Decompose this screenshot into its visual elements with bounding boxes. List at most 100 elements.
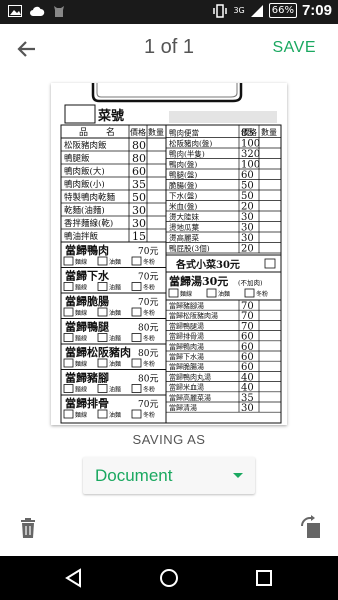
arrow-left-icon xyxy=(17,41,35,57)
noodle-option: 冬粉 xyxy=(143,258,155,266)
right-table-price: 50 xyxy=(241,181,254,192)
right-table-item: 米血(盤) xyxy=(169,201,197,211)
delete-button[interactable] xyxy=(16,516,40,540)
document-type-select[interactable]: Document xyxy=(83,457,255,494)
nav-recents-button[interactable] xyxy=(252,566,276,590)
soup-title: 當歸湯30元 xyxy=(169,274,228,288)
right-table-item: 燙地瓜葉 xyxy=(169,222,199,232)
noodle-dish-name: 當歸脆腸 xyxy=(65,294,109,308)
noodle-option: 冬粉 xyxy=(143,284,155,292)
soup-noodle-option: 油麵 xyxy=(218,290,230,298)
noodle-option: 麵線 xyxy=(75,284,87,292)
left-table-item: 乾麵(油麵) xyxy=(64,205,105,216)
right-table-item: 鴨腿(盤) xyxy=(169,170,197,180)
noodle-dish-price: 70元 xyxy=(138,247,158,257)
noodle-dish-price: 80元 xyxy=(138,375,158,385)
dropdown-caret-icon xyxy=(233,473,243,478)
soup-item: 當歸米血湯 xyxy=(169,383,204,392)
right-table-item: 下水(盤) xyxy=(169,191,197,201)
soup-item: 當歸下水湯 xyxy=(169,352,204,361)
left-table-item: 鴨肉飯(大) xyxy=(64,166,105,177)
right-table-price: 50 xyxy=(241,191,254,202)
document-image: 菜號 品 名價格 數量松阪豬肉飯 80鴨腿飯 80鴨肉飯(大) 60鴨肉飯(小) 35特製… xyxy=(60,83,282,424)
circle-home-icon xyxy=(160,569,178,587)
noodle-option: 油麵 xyxy=(109,411,121,419)
right-table-item: 燙高麗菜 xyxy=(169,233,199,243)
status-bar: 3G 66% 7:09 xyxy=(0,0,338,24)
noodle-option: 油麵 xyxy=(109,360,121,368)
right-table-price: 20 xyxy=(241,202,254,213)
right-table-item: 脆腸(盤) xyxy=(169,180,197,190)
soup-item: 當歸脆腸湯 xyxy=(169,362,204,371)
noodle-dish-price: 80元 xyxy=(138,324,158,334)
noodle-option: 冬粉 xyxy=(143,386,155,394)
right-table-item: 松阪豬肉(盤) xyxy=(169,138,212,148)
soup-note: (不加肉) xyxy=(238,278,263,287)
left-table-header: 品 名 xyxy=(79,126,115,138)
noodle-option: 麵線 xyxy=(75,411,87,419)
noodle-option: 麵線 xyxy=(75,258,87,266)
right-table-item: 鴨肉便當 xyxy=(169,128,199,138)
image-icon xyxy=(8,5,22,17)
nav-home-button[interactable] xyxy=(157,566,181,590)
soup-price: 30 xyxy=(241,403,254,414)
rotate-button[interactable] xyxy=(298,514,324,540)
left-table-price: 15 xyxy=(132,230,146,243)
left-table-price: 50 xyxy=(132,191,146,204)
saving-as-label: SAVING AS xyxy=(132,432,206,447)
soup-item: 當歸高麗菜湯 xyxy=(169,393,211,402)
noodle-dish-name: 當歸下水 xyxy=(65,269,110,283)
left-table-price: 80 xyxy=(132,139,146,152)
left-table-item: 鴨肉飯(小) xyxy=(64,179,105,190)
scanned-document-preview[interactable]: 菜號 品 名價格 數量 松阪豬肉飯 80 鴨腿飯 80 鴨肉飯(大) 60 鴨肉飯(小) 35 特製… xyxy=(51,83,287,425)
soup-item: 當歸清湯 xyxy=(169,403,197,412)
back-button[interactable] xyxy=(12,34,42,64)
soup-noodle-option: 麵線 xyxy=(180,290,192,298)
battery-level: 66% xyxy=(268,3,297,18)
noodle-dish-name: 當歸排骨 xyxy=(65,396,109,410)
noodle-option: 油麵 xyxy=(109,284,121,292)
noodle-option: 油麵 xyxy=(109,309,121,317)
left-table-price: 35 xyxy=(132,178,146,191)
noodle-dish-name: 當歸松阪豬肉 xyxy=(65,345,131,359)
noodle-dish-name: 當歸豬腳 xyxy=(65,371,109,385)
side-dish-label: 各式小菜30元 xyxy=(175,258,240,271)
right-table-item: 鴨肉(盤) xyxy=(169,159,197,169)
right-table-price: 60 xyxy=(241,170,254,181)
nav-back-button[interactable] xyxy=(62,566,86,590)
right-table-price: 85 xyxy=(241,128,254,139)
soup-noodle-option: 冬粉 xyxy=(256,290,268,298)
right-table-price: 30 xyxy=(241,223,254,234)
left-table-item: 特製鴨肉乾麵 xyxy=(64,192,116,203)
noodle-option: 麵線 xyxy=(75,386,87,394)
noodle-option: 油麵 xyxy=(109,258,121,266)
navigation-bar xyxy=(0,556,338,600)
app-bar: 1 of 1 SAVE xyxy=(0,24,338,74)
right-table-price: 100 xyxy=(241,160,260,171)
save-button[interactable]: SAVE xyxy=(273,39,317,57)
noodle-option: 冬粉 xyxy=(143,335,155,343)
noodle-dish-price: 70元 xyxy=(138,273,158,283)
soup-item: 當歸排骨湯 xyxy=(169,332,204,341)
left-table-header: 數量 xyxy=(148,127,164,137)
right-table-price: 30 xyxy=(241,212,254,223)
soup-item: 當歸鴨肉湯 xyxy=(169,342,204,351)
vibrate-icon xyxy=(213,3,228,18)
left-table-price: 80 xyxy=(132,152,146,165)
soup-item: 當歸豬腳湯 xyxy=(169,301,204,310)
noodle-option: 冬粉 xyxy=(143,411,155,419)
network-type: 3G xyxy=(233,5,245,15)
right-table-item: 鴨肉(半隻) xyxy=(169,149,205,159)
notification-icons xyxy=(8,4,66,18)
left-table-item: 鴨油拌飯 xyxy=(64,231,99,242)
rotate-icon xyxy=(301,515,320,538)
right-table-price: 20 xyxy=(241,244,254,255)
noodle-dish-price: 80元 xyxy=(138,349,158,359)
right-table-price: 100 xyxy=(241,139,260,150)
left-table-item: 香拌麵線(乾) xyxy=(64,218,113,229)
noodle-option: 麵線 xyxy=(75,335,87,343)
square-recents-icon xyxy=(256,570,272,586)
triangle-back-icon xyxy=(65,568,81,588)
left-table-price: 30 xyxy=(132,217,146,230)
right-table-header: 數量 xyxy=(261,127,277,137)
